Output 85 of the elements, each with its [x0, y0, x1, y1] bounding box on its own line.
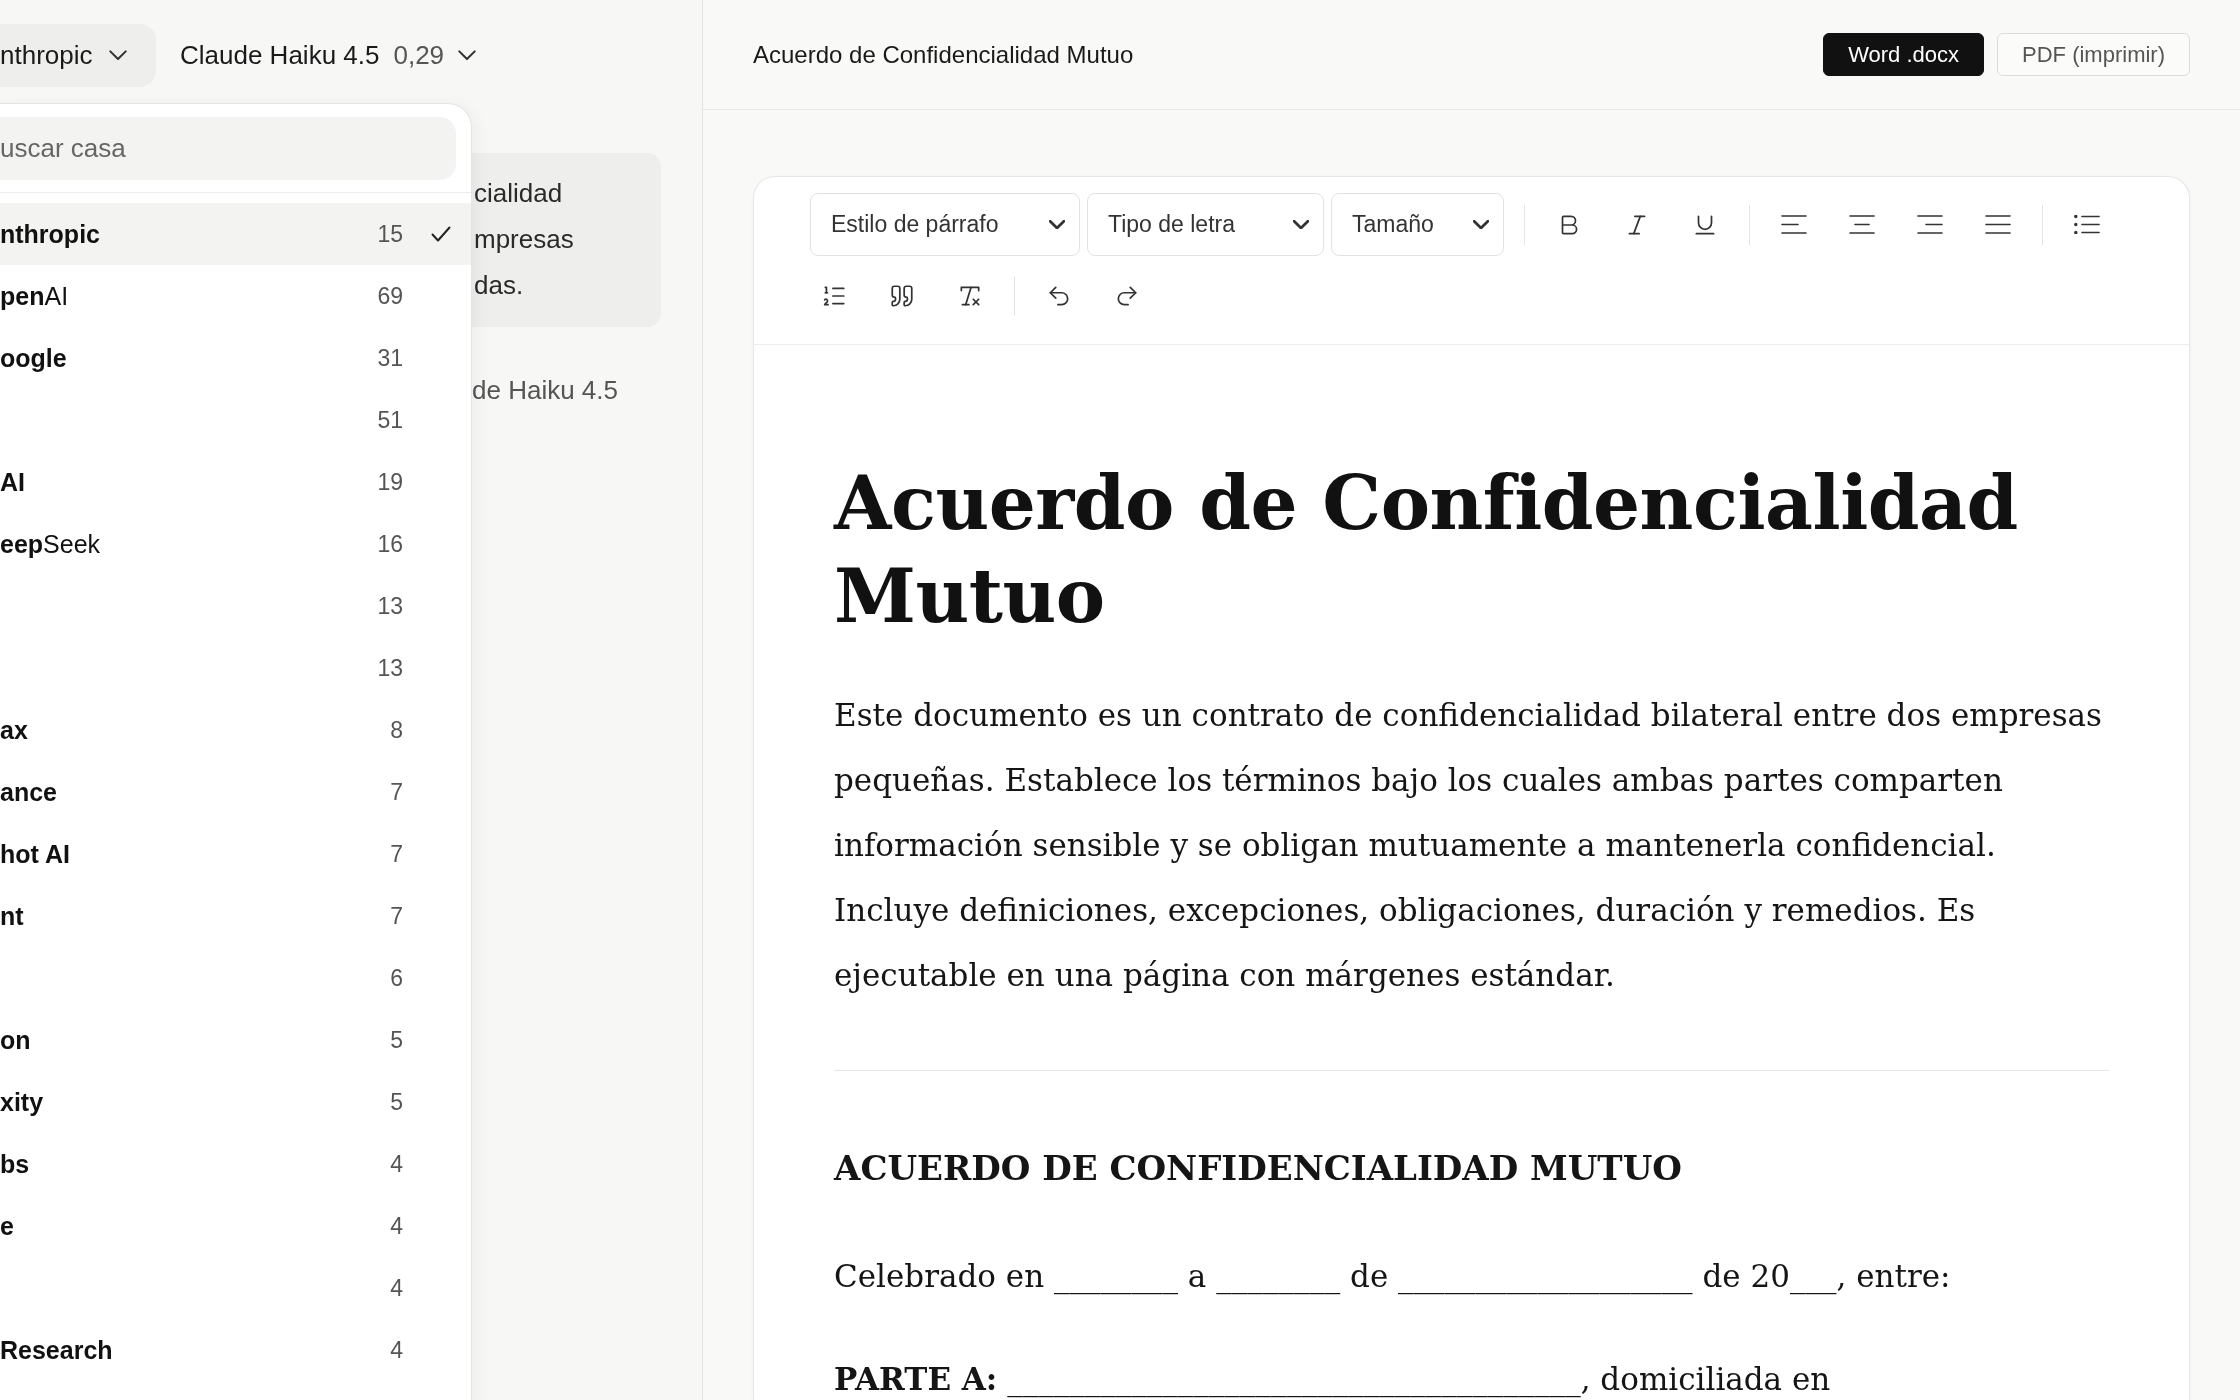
- item-count: 7: [390, 778, 403, 806]
- price-label: 0,29: [393, 40, 445, 71]
- item-count: 5: [390, 1088, 403, 1116]
- provider-name: eepSeek: [0, 529, 101, 559]
- body-paragraph: PARTE A: _____________________________________, domiciliada en: [834, 1360, 1832, 1399]
- provider-name: e: [0, 1211, 14, 1241]
- provider-button[interactable]: nthropic: [0, 24, 156, 87]
- item-count: 4: [390, 1212, 403, 1240]
- provider-name: nt: [0, 901, 24, 931]
- export-button[interactable]: PDF (imprimir): [1997, 33, 2190, 76]
- summary-paragraph: Este documento es un contrato de confidencialidad bilateral entre dos empresas pequeñas. Establece los términos bajo los cuales ambas partes comparten información sensible y se obligan mutuamente a mantenerla confidencial. Incluye definiciones, excepciones, obligaciones, duración y remedios. Es ejecutable en una página con márgenes estándar.: [834, 696, 2103, 995]
- dropdown-select[interactable]: Tipo de letra: [1087, 193, 1324, 256]
- item-count: 7: [390, 902, 403, 930]
- align-left-icon: [1781, 215, 1807, 234]
- model-selector[interactable]: Claude Haiku 4.5 0,29: [180, 24, 477, 87]
- menu-item[interactable]: 13: [0, 637, 471, 699]
- item-count: 13: [377, 592, 403, 620]
- menu-item[interactable]: 51: [0, 389, 471, 451]
- menu-item[interactable]: hot AI 7: [0, 823, 471, 885]
- provider-name: penAI: [0, 281, 69, 311]
- menu-item[interactable]: nt 7: [0, 885, 471, 947]
- provider-name: nthropic: [0, 219, 100, 249]
- chevron-down-icon: [1293, 219, 1309, 230]
- provider-name: oogle: [0, 343, 67, 373]
- item-count: 7: [390, 840, 403, 868]
- provider-name: on: [0, 1025, 31, 1055]
- menu-item[interactable]: penAI 69: [0, 265, 471, 327]
- menu-item[interactable]: AI 19: [0, 451, 471, 513]
- chevron-down-icon: [458, 50, 477, 61]
- justify-icon: [1985, 215, 2011, 234]
- provider-name: bs: [0, 1149, 30, 1179]
- item-count: 4: [390, 1274, 403, 1302]
- menu-item[interactable]: oogle 31: [0, 327, 471, 389]
- provider-name: xity: [0, 1087, 44, 1117]
- menu-item[interactable]: eepSeek 16: [0, 513, 471, 575]
- menu-item[interactable]: on 5: [0, 1009, 471, 1071]
- numbered-list-icon: [821, 283, 847, 309]
- provider-name: AI: [0, 467, 25, 497]
- menu-item[interactable]: bs 4: [0, 1133, 471, 1195]
- item-count: 69: [377, 282, 403, 310]
- item-count: 5: [390, 1026, 403, 1054]
- model-label: de Haiku 4.5: [472, 375, 618, 405]
- export-button[interactable]: Word .docx: [1823, 33, 1985, 76]
- item-count: 31: [377, 344, 403, 372]
- provider-name: ax: [0, 715, 28, 745]
- provider-name: Research: [0, 1335, 113, 1365]
- menu-item[interactable]: ax 8: [0, 699, 471, 761]
- menu-item[interactable]: ance 7: [0, 761, 471, 823]
- chevron-down-icon: [108, 50, 127, 61]
- provider-name: hot AI: [0, 839, 70, 869]
- chevron-down-icon: [1473, 219, 1489, 230]
- menu-item[interactable]: Research 4: [0, 1319, 471, 1381]
- card-text: cialidad: [474, 177, 563, 210]
- dropdown-select[interactable]: Estilo de párrafo: [810, 193, 1080, 256]
- dropdown-select[interactable]: Tamaño: [1331, 193, 1504, 256]
- section-heading: ACUERDO DE CONFIDENCIALIDAD MUTUO: [834, 1147, 1683, 1190]
- item-count: 8: [390, 716, 403, 744]
- item-count: 51: [377, 406, 403, 434]
- item-count: 15: [377, 220, 403, 248]
- align-center-icon: [1849, 215, 1875, 234]
- quote-icon: [889, 283, 915, 309]
- item-count: 6: [390, 964, 403, 992]
- item-count: 19: [377, 468, 403, 496]
- item-count: 16: [377, 530, 403, 558]
- chevron-down-icon: [1049, 219, 1065, 230]
- card-text: mpresas: [474, 223, 574, 256]
- search-field[interactable]: uscar casa: [0, 117, 456, 180]
- item-count: 13: [377, 654, 403, 682]
- align-right-icon: [1917, 215, 1943, 234]
- menu-item[interactable]: e 4: [0, 1195, 471, 1257]
- menu-item[interactable]: 13: [0, 575, 471, 637]
- menu-item[interactable]: nthropic 15: [0, 203, 471, 265]
- menu-item[interactable]: 4: [0, 1257, 471, 1319]
- menu-item[interactable]: xity 5: [0, 1071, 471, 1133]
- clear-format-icon: [957, 283, 983, 309]
- menu-item[interactable]: 6: [0, 947, 471, 1009]
- item-count: 4: [390, 1150, 403, 1178]
- body-paragraph: Celebrado en ________ a ________ de ___________________ de 20___, entre:: [834, 1257, 1952, 1296]
- document-title: Acuerdo de Confidencialidad Mutuo: [753, 40, 1134, 69]
- provider-name: ance: [0, 777, 57, 807]
- bullet-list-icon: [2074, 215, 2100, 234]
- check-icon: [431, 226, 451, 242]
- card-text: das.: [474, 269, 524, 302]
- heading-title: Acuerdo de Confidencialidad Mutuo: [834, 459, 2019, 641]
- item-count: 4: [390, 1336, 403, 1364]
